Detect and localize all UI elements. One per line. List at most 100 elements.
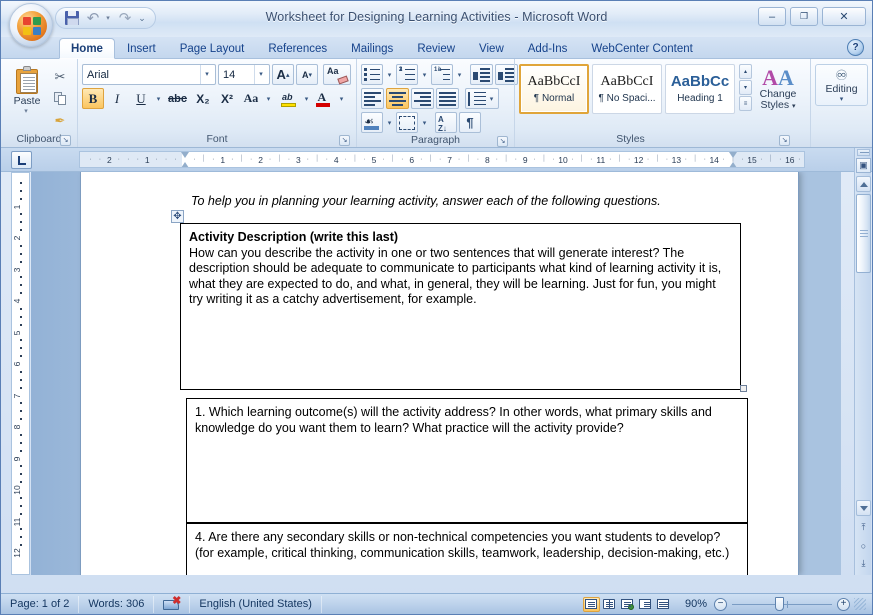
scrollbar-thumb[interactable]: [856, 194, 871, 273]
scroll-down-button[interactable]: [856, 500, 871, 516]
editing-button[interactable]: ♾ Editing ▾: [815, 64, 868, 106]
change-case-dropdown-button[interactable]: ▾: [264, 95, 273, 103]
scrollbar-object-icon[interactable]: ▣: [856, 158, 871, 173]
textbox-resize-handle[interactable]: [740, 385, 747, 392]
tab-mailings[interactable]: Mailings: [339, 38, 405, 59]
zoom-in-button[interactable]: +: [837, 597, 850, 611]
status-language[interactable]: English (United States): [190, 595, 322, 613]
sort-button[interactable]: A Z↓: [435, 112, 457, 133]
tab-home[interactable]: Home: [59, 38, 115, 59]
shading-dropdown-button[interactable]: ▾: [385, 119, 394, 127]
show-formatting-marks-button[interactable]: ¶: [459, 112, 481, 133]
status-page-number[interactable]: Page: 1 of 2: [1, 595, 80, 613]
close-button[interactable]: ✕: [822, 7, 866, 26]
status-word-count[interactable]: Words: 306: [79, 595, 155, 613]
split-window-handle[interactable]: [857, 149, 870, 156]
tab-stop-selector-button[interactable]: [11, 151, 32, 169]
clear-formatting-button[interactable]: Aa: [323, 64, 351, 85]
tab-webcenter-content[interactable]: WebCenter Content: [579, 38, 704, 59]
vertical-scrollbar[interactable]: ▣ ⤒ ○ ⤓: [854, 148, 871, 575]
redo-button[interactable]: ↷: [115, 9, 135, 27]
bullets-button[interactable]: [361, 64, 383, 85]
cut-button[interactable]: ✂: [49, 67, 71, 86]
borders-dropdown-button[interactable]: ▾: [420, 119, 429, 127]
scroll-up-button[interactable]: [856, 176, 871, 192]
view-print-layout-button[interactable]: [582, 596, 600, 612]
numbering-dropdown-button[interactable]: ▾: [420, 71, 429, 79]
clipboard-dialog-launcher[interactable]: ↘: [60, 135, 71, 146]
underline-dropdown-button[interactable]: ▾: [154, 95, 163, 103]
zoom-track[interactable]: [732, 596, 832, 611]
zoom-out-button[interactable]: −: [714, 597, 727, 611]
change-styles-button[interactable]: AA Change Styles ▾: [750, 64, 806, 112]
multilevel-dropdown-button[interactable]: ▾: [455, 71, 464, 79]
font-name-combobox[interactable]: Arial ▾: [82, 64, 216, 85]
align-center-button[interactable]: [386, 88, 409, 109]
chevron-down-icon[interactable]: ▾: [200, 65, 213, 84]
copy-button[interactable]: [49, 89, 71, 108]
maximize-button[interactable]: ❐: [790, 7, 818, 26]
view-outline-button[interactable]: [637, 597, 654, 612]
borders-button[interactable]: [396, 112, 418, 133]
format-painter-button[interactable]: ✒: [49, 111, 71, 130]
view-web-layout-button[interactable]: [619, 597, 636, 612]
textbox-move-handle[interactable]: ✥: [171, 210, 184, 223]
customize-qat-button[interactable]: ⌄: [136, 9, 150, 27]
resize-grip[interactable]: [854, 598, 866, 610]
textbox-question-4[interactable]: 4. Are there any secondary skills or non…: [186, 523, 748, 575]
tab-review[interactable]: Review: [405, 38, 467, 59]
zoom-level[interactable]: 90%: [678, 598, 714, 610]
italic-button[interactable]: I: [106, 88, 128, 109]
zoom-thumb[interactable]: [775, 596, 784, 611]
font-size-combobox[interactable]: 14 ▾: [218, 64, 270, 85]
horizontal-ruler[interactable]: 2 1 1 2 3 4 5 6 7 8 9 10 11 12 13 14 15 16 · · · · · · · · · │ · · │ · ·…: [79, 151, 805, 168]
textbox-question-1[interactable]: 1. Which learning outcome(s) will the ac…: [186, 398, 748, 523]
numbering-button[interactable]: 123: [396, 64, 418, 85]
decrease-indent-button[interactable]: [470, 64, 493, 85]
justify-button[interactable]: [436, 88, 459, 109]
superscript-button[interactable]: X²: [216, 88, 238, 109]
highlight-dropdown-button[interactable]: ▾: [302, 95, 311, 103]
underline-button[interactable]: U: [130, 88, 152, 109]
status-proofing-errors[interactable]: ✖: [154, 595, 191, 613]
style-normal[interactable]: AaBbCcI ¶ Normal: [519, 64, 589, 114]
font-dialog-launcher[interactable]: ↘: [339, 135, 350, 146]
save-button[interactable]: [62, 9, 82, 27]
right-indent-marker[interactable]: [728, 152, 739, 167]
grow-font-button[interactable]: A ▴: [272, 64, 294, 85]
font-color-dropdown-button[interactable]: ▾: [337, 95, 346, 103]
view-draft-button[interactable]: [655, 597, 672, 612]
paste-button[interactable]: Paste ▾: [5, 64, 49, 115]
document-page[interactable]: To help you in planning your learning ac…: [81, 172, 798, 575]
strikethrough-button[interactable]: abc: [165, 88, 190, 109]
indent-markers[interactable]: [180, 152, 191, 167]
style-no-spacing[interactable]: AaBbCcI ¶ No Spaci...: [592, 64, 662, 114]
undo-dropdown-button[interactable]: ▾: [104, 9, 114, 27]
align-right-button[interactable]: [411, 88, 434, 109]
line-spacing-button[interactable]: ▾: [465, 88, 499, 109]
shrink-font-button[interactable]: A ▾: [296, 64, 318, 85]
minimize-button[interactable]: –: [758, 7, 786, 26]
bullets-dropdown-button[interactable]: ▾: [385, 71, 394, 79]
tab-view[interactable]: View: [467, 38, 516, 59]
next-page-button[interactable]: ⤓: [856, 556, 871, 571]
tab-add-ins[interactable]: Add-Ins: [516, 38, 580, 59]
zoom-slider[interactable]: − +: [714, 596, 850, 611]
previous-page-button[interactable]: ⤒: [856, 520, 871, 535]
align-left-button[interactable]: [361, 88, 384, 109]
textbox-activity-description[interactable]: Activity Description (write this last) H…: [180, 223, 741, 390]
view-full-screen-reading-button[interactable]: [601, 597, 618, 612]
vertical-ruler[interactable]: 1 2 3 4 5 6 7 8 9 10 11 12: [11, 172, 30, 575]
tab-references[interactable]: References: [256, 38, 339, 59]
select-browse-object-button[interactable]: ○: [856, 538, 871, 553]
text-highlight-button[interactable]: ab: [278, 88, 300, 109]
chevron-down-icon[interactable]: ▾: [254, 65, 267, 84]
shading-button[interactable]: ☙: [361, 112, 383, 133]
style-heading-1[interactable]: AaBbCc Heading 1: [665, 64, 735, 114]
tab-insert[interactable]: Insert: [115, 38, 168, 59]
undo-button[interactable]: ↶: [83, 9, 103, 27]
font-color-button[interactable]: A: [313, 88, 335, 109]
office-button[interactable]: [9, 3, 53, 47]
multilevel-list-button[interactable]: 1ai: [431, 64, 453, 85]
subscript-button[interactable]: X₂: [192, 88, 214, 109]
